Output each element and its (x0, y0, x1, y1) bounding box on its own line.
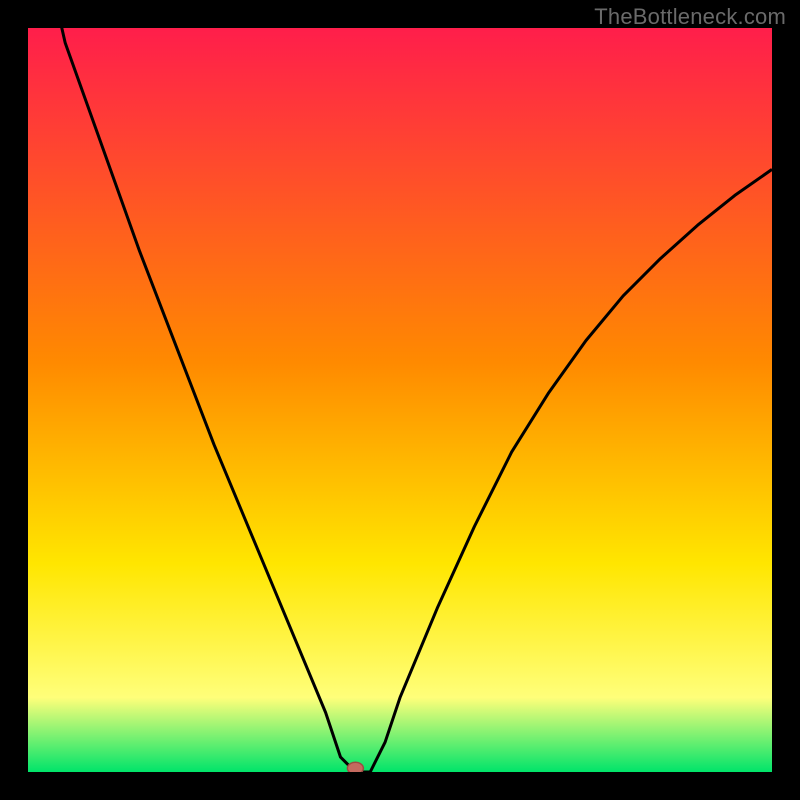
chart-svg (0, 0, 800, 800)
chart-frame: { "watermark": "TheBottleneck.com", "cha… (0, 0, 800, 800)
chart-gradient-bg (28, 28, 772, 772)
watermark-text: TheBottleneck.com (594, 4, 786, 30)
